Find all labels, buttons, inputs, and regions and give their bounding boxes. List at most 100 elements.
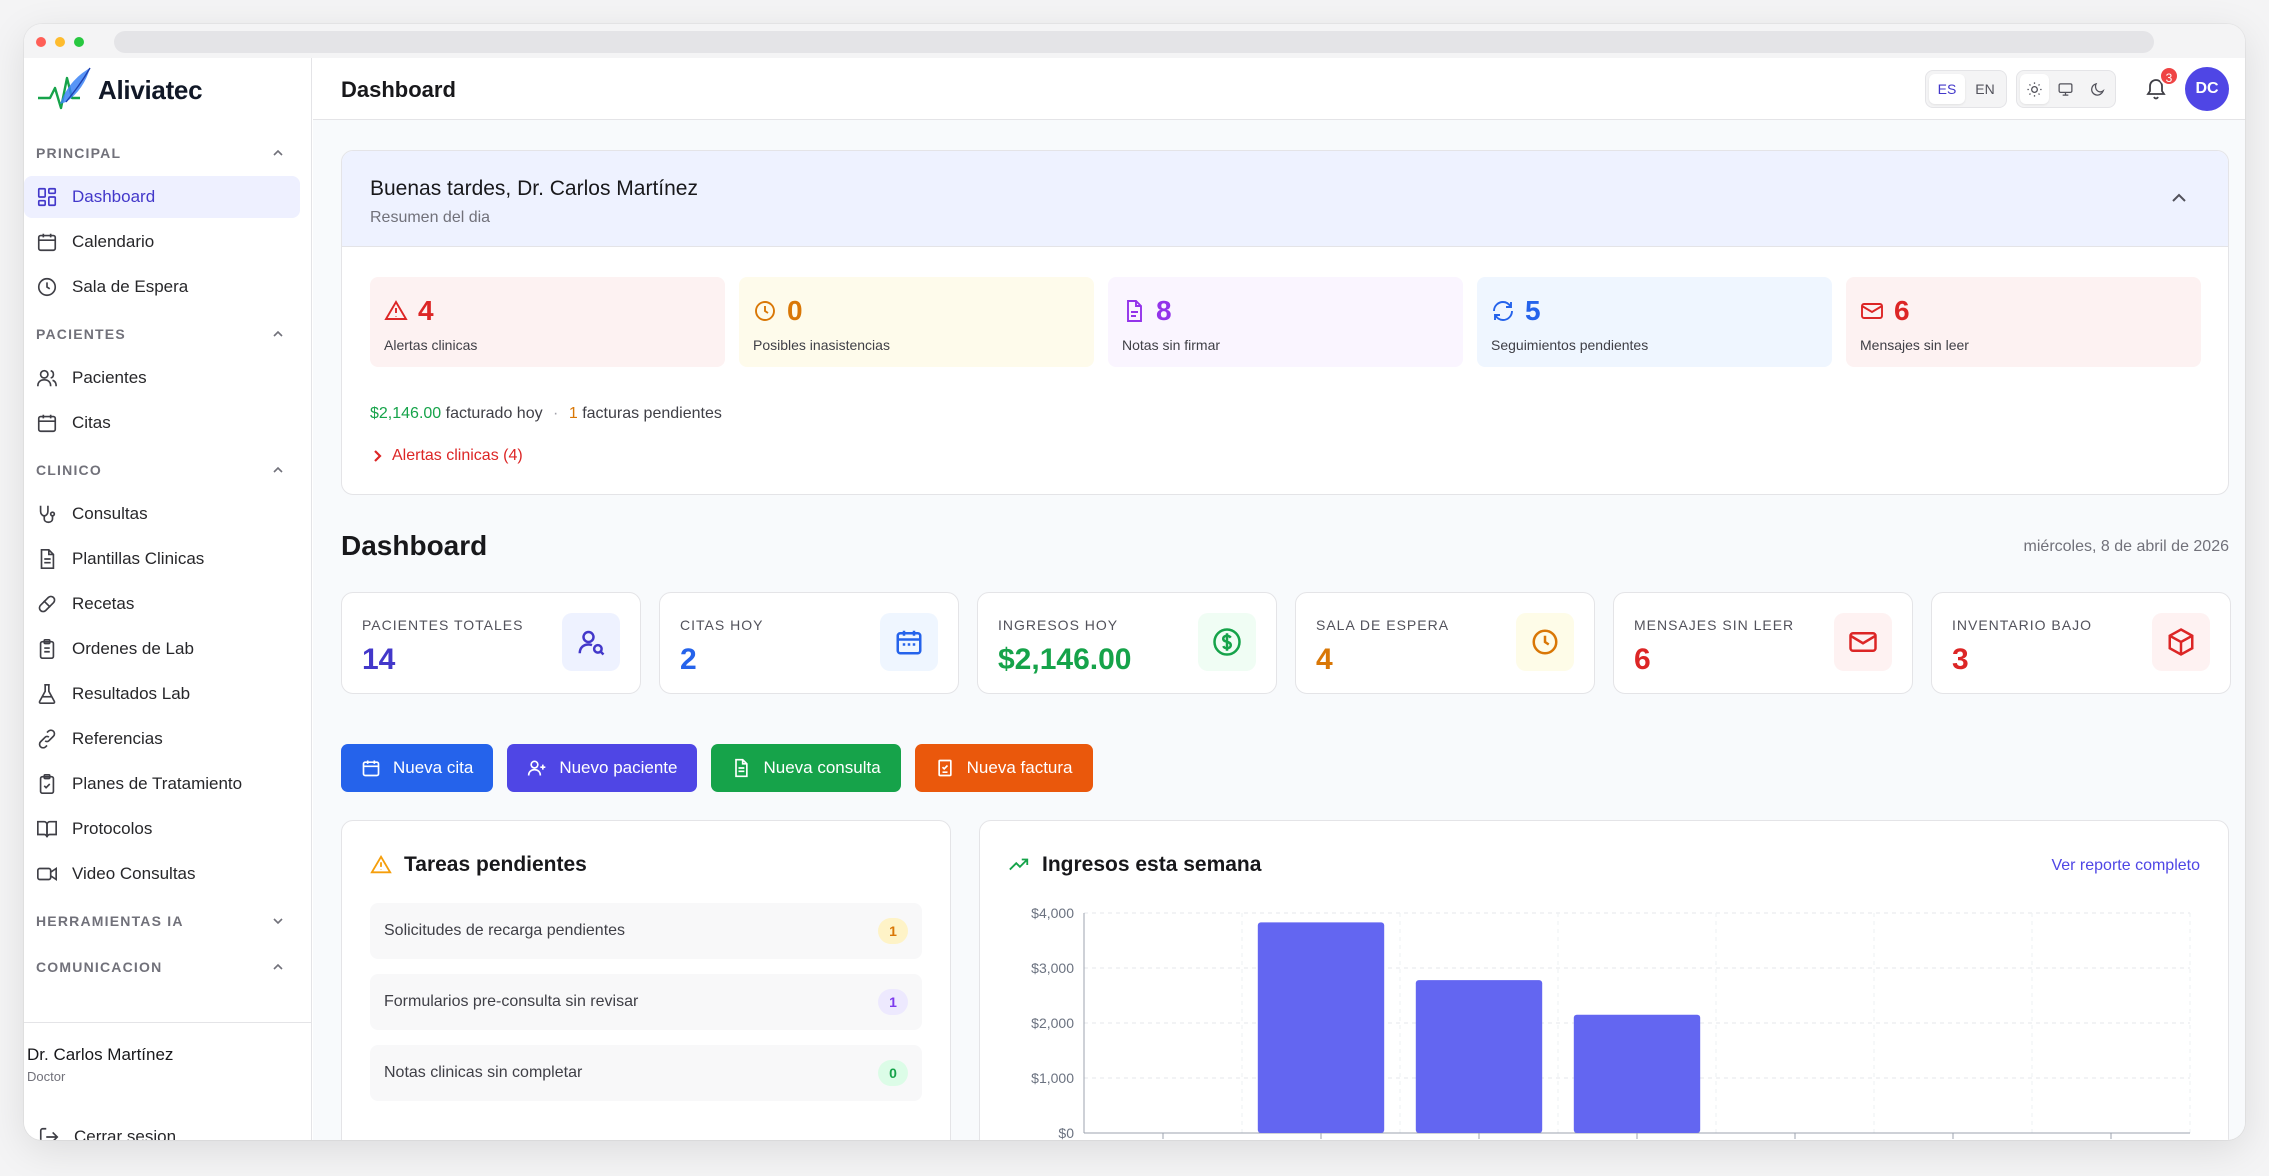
receipt-icon [937, 759, 952, 777]
sidebar-item-referencias[interactable]: Referencias [24, 718, 300, 760]
video-icon [37, 866, 57, 882]
section-principal[interactable]: PRINCIPAL [24, 130, 312, 176]
pending-invoices-count: 1 [568, 405, 578, 422]
stat-card-appointments[interactable]: CITAS HOY 2 [659, 592, 959, 694]
file-text-icon [40, 549, 55, 569]
bar-mar [1415, 980, 1543, 1133]
sidebar-item-label: Dashboard [72, 187, 156, 206]
button-label: Nueva consulta [763, 758, 881, 777]
chevron-up-icon [273, 149, 283, 156]
main-content: Buenas tardes, Dr. Carlos Martínez Resum… [313, 120, 2245, 1140]
section-pacientes[interactable]: PACIENTES [24, 311, 312, 357]
y-tick-label: $1,000 [1031, 1070, 1074, 1086]
sidebar-item-dashboard[interactable]: Dashboard [24, 176, 300, 218]
stat-icon-box [562, 613, 620, 671]
users-icon [37, 369, 57, 387]
section-herramientas-ia[interactable]: HERRAMIENTAS IA [24, 898, 312, 944]
new-appointment-button[interactable]: Nueva cita [341, 744, 494, 792]
chevron-up-icon [273, 963, 283, 970]
section-label: PACIENTES [36, 326, 126, 342]
maximize-window-button[interactable] [74, 37, 84, 47]
user-name: Dr. Carlos Martínez [27, 1045, 174, 1064]
sidebar: Aliviatec PRINCIPAL Dashboard Calendario… [24, 58, 312, 1140]
section-comunicacion[interactable]: COMUNICACION [24, 944, 312, 990]
new-invoice-button[interactable]: Nueva factura [914, 744, 1093, 792]
user-profile[interactable]: Dr. Carlos Martínez Doctor [24, 1022, 312, 1082]
logout-button[interactable]: Cerrar sesion [38, 1126, 176, 1140]
lang-en-button[interactable]: EN [1967, 74, 2003, 104]
trending-up-icon [1009, 858, 1029, 871]
app-logo[interactable]: Aliviatec [36, 64, 203, 116]
notifications-button[interactable]: 3 [2139, 66, 2179, 106]
summary-card-unread-messages[interactable]: 6 Mensajes sin leer [1846, 277, 2201, 367]
y-tick-label: $4,000 [1031, 905, 1074, 921]
minimize-window-button[interactable] [55, 37, 65, 47]
sidebar-item-label: Calendario [72, 232, 155, 251]
sidebar-item-sala-de-espera[interactable]: Sala de Espera [24, 266, 300, 308]
daily-summary-header[interactable]: Buenas tardes, Dr. Carlos Martínez Resum… [342, 151, 2228, 247]
sidebar-item-label: Resultados Lab [72, 684, 191, 703]
theme-light-button[interactable] [2020, 74, 2050, 104]
task-item-preconsult-forms[interactable]: Formularios pre-consulta sin revisar 1 [370, 974, 922, 1030]
calendar-icon [37, 414, 57, 433]
notification-count-badge: 3 [2159, 66, 2179, 86]
stat-card-waiting-room[interactable]: SALA DE ESPERA 4 [1295, 592, 1595, 694]
lang-es-button[interactable]: ES [1929, 74, 1965, 104]
stat-card-patients[interactable]: PACIENTES TOTALES 14 [341, 592, 641, 694]
sidebar-item-label: Plantillas Clinicas [72, 549, 205, 568]
user-role: Doctor [27, 1069, 66, 1082]
sidebar-item-protocolos[interactable]: Protocolos [24, 808, 300, 850]
sidebar-item-pacientes[interactable]: Pacientes [24, 357, 300, 399]
section-clinico[interactable]: CLINICO [24, 447, 312, 493]
sidebar-item-citas[interactable]: Citas [24, 402, 300, 444]
summary-card-no-shows[interactable]: 0 Posibles inasistencias [739, 277, 1094, 367]
sidebar-item-plantillas-clinicas[interactable]: Plantillas Clinicas [24, 538, 300, 580]
billed-today-amount: $2,146.00 [370, 405, 442, 422]
sidebar-item-label: Planes de Tratamiento [72, 774, 243, 793]
close-window-button[interactable] [36, 37, 46, 47]
pill-icon [38, 595, 56, 613]
chevron-up-icon[interactable] [2170, 189, 2188, 207]
address-bar[interactable] [114, 31, 2154, 53]
summary-card-follow-ups[interactable]: 5 Seguimientos pendientes [1477, 277, 1832, 367]
user-avatar[interactable]: DC [2185, 67, 2229, 111]
clock-icon [1532, 629, 1558, 655]
sidebar-item-consultas[interactable]: Consultas [24, 493, 300, 535]
stat-card-low-inventory[interactable]: INVENTARIO BAJO 3 [1931, 592, 2231, 694]
sidebar-nav: PRINCIPAL Dashboard Calendario Sala de E… [24, 130, 312, 990]
theme-dark-button[interactable] [2083, 74, 2112, 104]
new-consultation-button[interactable]: Nueva consulta [711, 744, 901, 792]
summary-value: 0 [787, 295, 803, 326]
summary-card-unsigned-notes[interactable]: 8 Notas sin firmar [1108, 277, 1463, 367]
chevron-down-icon [273, 918, 283, 925]
summary-card-alerts[interactable]: 4 Alertas clinicas [370, 277, 725, 367]
clinical-alerts-label: Alertas clinicas (4) [392, 447, 523, 464]
pending-tasks-card: Tareas pendientes Solicitudes de recarga… [341, 820, 951, 1140]
full-report-link[interactable]: Ver reporte completo [2051, 857, 2200, 875]
calendar-icon [37, 233, 57, 252]
daily-summary-card: Buenas tardes, Dr. Carlos Martínez Resum… [341, 150, 2229, 495]
stat-card-income[interactable]: INGRESOS HOY $2,146.00 [977, 592, 1277, 694]
sidebar-item-resultados-lab[interactable]: Resultados Lab [24, 673, 300, 715]
clinical-alerts-toggle[interactable]: Alertas clinicas (4) [370, 447, 523, 465]
grid-icon [37, 187, 57, 207]
alert-triangle-icon [384, 300, 408, 320]
stat-icon-box [2152, 613, 2210, 671]
alert-triangle-icon [370, 854, 392, 874]
new-patient-button[interactable]: Nuevo paciente [507, 744, 698, 792]
section-label: HERRAMIENTAS IA [36, 913, 184, 929]
sidebar-item-calendario[interactable]: Calendario [24, 221, 300, 263]
task-item-refills[interactable]: Solicitudes de recarga pendientes 1 [370, 903, 922, 959]
sidebar-item-ordenes-de-lab[interactable]: Ordenes de Lab [24, 628, 300, 670]
user-search-icon [578, 630, 605, 656]
sidebar-item-video-consultas[interactable]: Video Consultas [24, 853, 300, 895]
theme-system-button[interactable] [2051, 74, 2080, 104]
stat-card-unread-messages[interactable]: MENSAJES SIN LEER 6 [1613, 592, 1913, 694]
sidebar-item-recetas[interactable]: Recetas [24, 583, 300, 625]
task-item-incomplete-notes[interactable]: Notas clinicas sin completar 0 [370, 1045, 922, 1101]
task-label: Solicitudes de recarga pendientes [384, 922, 626, 939]
title-bar [24, 24, 2245, 58]
button-label: Nueva cita [393, 758, 474, 777]
sidebar-item-planes-de-tratamiento[interactable]: Planes de Tratamiento [24, 763, 300, 805]
clock-icon [37, 277, 57, 297]
